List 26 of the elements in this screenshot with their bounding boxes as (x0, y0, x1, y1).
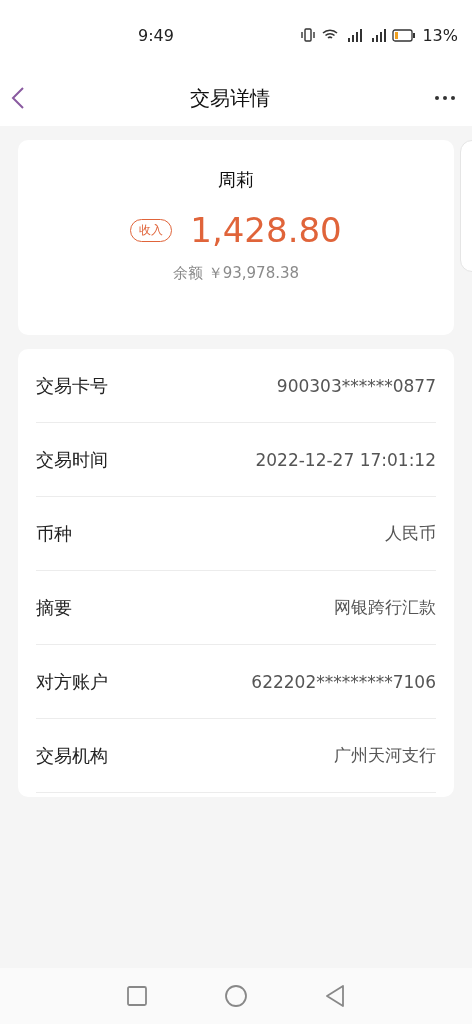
more-icon[interactable] (434, 95, 456, 101)
detail-value: 622202*********7106 (251, 671, 436, 692)
wifi-icon (322, 29, 339, 41)
battery-icon (392, 28, 417, 42)
detail-value: 人民币 (385, 522, 436, 545)
detail-label: 对方账户 (36, 669, 108, 694)
amount: 1,428.80 (190, 210, 342, 250)
detail-value: 2022-12-27 17:01:12 (255, 449, 436, 470)
status-time: 9:49 (138, 25, 175, 45)
balance-text: 余额 ￥93,978.38 (172, 264, 300, 283)
home-icon[interactable] (225, 985, 247, 1007)
detail-label: 交易机构 (36, 743, 108, 768)
recents-icon[interactable] (127, 986, 147, 1006)
detail-label: 交易卡号 (36, 373, 108, 398)
detail-value: 900303******0877 (276, 375, 436, 396)
page-title: 交易详情 (190, 84, 270, 112)
detail-label: 币种 (36, 521, 72, 546)
detail-label: 摘要 (36, 595, 72, 620)
vibrate-icon (300, 28, 317, 42)
battery-percent: 13% (422, 25, 458, 45)
back-nav-icon[interactable] (325, 985, 345, 1007)
detail-value: 广州天河支行 (334, 744, 436, 767)
detail-value: 网银跨行汇款 (334, 596, 436, 619)
payer-name: 周莉 (218, 168, 254, 192)
detail-label: 交易时间 (36, 447, 108, 472)
back-icon[interactable] (10, 86, 26, 110)
